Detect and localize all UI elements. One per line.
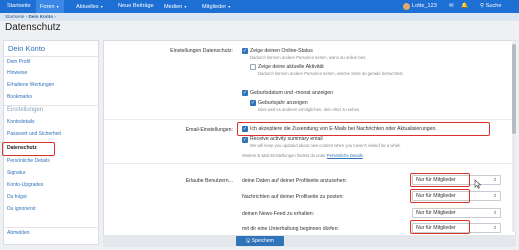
nav-members[interactable]: Mitglieder ▾ bbox=[202, 0, 242, 13]
sidebar-heading: Dein Konto bbox=[8, 44, 46, 53]
user-menu[interactable]: Lotte_123 bbox=[412, 0, 444, 13]
nav-members-label: Mitglieder bbox=[202, 4, 227, 10]
birth-year-checkbox[interactable] bbox=[250, 100, 256, 106]
online-status-label: Zeige deinen Online-Status bbox=[250, 48, 313, 54]
email-consent-label: Ich akzeptiere die Zusendung von E-Mails… bbox=[250, 126, 437, 132]
sidebar-item-profile[interactable]: Dein Profil bbox=[7, 58, 30, 67]
breadcrumb-current[interactable]: Dein Konto bbox=[29, 14, 54, 19]
birthday-checkbox[interactable] bbox=[242, 90, 248, 96]
activity-summary-label: Receive activity summary email bbox=[250, 136, 323, 142]
nav-new-posts-label: Neue Beiträge bbox=[118, 3, 154, 9]
chevron-updown-icon: ⇕ bbox=[493, 225, 497, 230]
allow-news-feed-select[interactable]: Nur für Mitglieder ⇕ bbox=[412, 208, 501, 218]
activity-summary-hint: We will keep you updated about new conte… bbox=[250, 143, 402, 148]
activity-summary-checkbox[interactable] bbox=[242, 137, 248, 143]
chevron-down-icon: ▾ bbox=[228, 4, 231, 9]
search-label: Suche bbox=[485, 3, 502, 9]
privacy-settings-label: Einstellungen Datenschutz: bbox=[170, 48, 233, 54]
breadcrumb: Startseite › Dein Konto › bbox=[0, 13, 519, 21]
save-button[interactable]: 🖫 Speichern bbox=[236, 236, 284, 246]
sidebar-section-settings: Einstellungen bbox=[7, 107, 44, 113]
divider bbox=[4, 227, 98, 228]
sidebar-item-ignoring[interactable]: Du ignorierst bbox=[7, 205, 35, 214]
personal-details-link[interactable]: Persönliche Details bbox=[327, 153, 363, 158]
divider bbox=[104, 163, 515, 164]
breadcrumb-separator: › bbox=[25, 14, 28, 19]
highlight-box bbox=[410, 220, 470, 234]
save-icon: 🖫 bbox=[245, 238, 251, 244]
current-activity-hint: Dadurch können andere Personen sehen, we… bbox=[258, 71, 404, 76]
breadcrumb-separator: › bbox=[54, 14, 56, 19]
sidebar-item-password-security[interactable]: Passwort und Sicherheit bbox=[7, 130, 61, 139]
sidebar-item-signature[interactable]: Signatur bbox=[7, 169, 26, 178]
highlight-box bbox=[410, 189, 470, 203]
sidebar-item-upgrades[interactable]: Konto-Upgrades bbox=[7, 181, 43, 190]
highlight-box bbox=[2, 142, 55, 156]
sidebar-item-logout[interactable]: Abmelden bbox=[7, 229, 30, 238]
sidebar-item-account-details[interactable]: Kontodetails bbox=[7, 118, 35, 127]
sidebar-item-reactions[interactable]: Erhaltene Wertungen bbox=[7, 81, 54, 90]
nav-home-label: Startseite bbox=[7, 3, 31, 9]
save-label: Speichern bbox=[251, 238, 275, 244]
nav-media[interactable]: Medien ▾ bbox=[164, 0, 196, 13]
allow-view-profile-label: deine Daten auf deiner Profilseite anzus… bbox=[242, 178, 347, 184]
sidebar-item-personal-details[interactable]: Persönliche Details bbox=[7, 157, 50, 166]
email-consent-checkbox[interactable] bbox=[242, 126, 248, 132]
chevron-updown-icon: ⇕ bbox=[493, 210, 497, 215]
nav-home[interactable]: Startseite bbox=[4, 0, 36, 13]
chevron-down-icon: ▾ bbox=[184, 4, 187, 9]
bell-icon[interactable]: 🔔 bbox=[461, 0, 469, 13]
allow-news-feed-label: deinen News-Feed zu erhalten: bbox=[242, 211, 315, 217]
search-button[interactable]: ⚲ Suche bbox=[480, 0, 516, 13]
chevron-updown-icon: ⇕ bbox=[493, 177, 497, 182]
divider bbox=[104, 119, 515, 120]
nav-forums[interactable]: Foren ▾ bbox=[36, 0, 64, 13]
form-footer bbox=[103, 235, 516, 247]
allow-post-profile-label: Nachrichten auf deiner Profilseite zu po… bbox=[242, 194, 344, 200]
nav-new-posts[interactable]: Neue Beiträge bbox=[118, 0, 158, 13]
nav-whats-new[interactable]: Aktuelles ▾ bbox=[76, 0, 112, 13]
email-more-suffix: . bbox=[362, 153, 364, 158]
sidebar-item-bookmarks[interactable]: Bookmarks bbox=[7, 93, 32, 102]
birthday-label: Geburtsdatum und -monat anzeigen bbox=[250, 90, 334, 96]
highlight-box bbox=[410, 173, 470, 187]
username-label: Lotte_123 bbox=[412, 3, 437, 9]
allow-conversation-label: mit dir eine Unterhaltung beginnen dürfe… bbox=[242, 226, 339, 232]
current-activity-checkbox[interactable] bbox=[250, 64, 256, 70]
email-settings-label: Email-Einstellungen: bbox=[185, 127, 233, 133]
current-activity-label: Zeige deine aktuelle Aktivität bbox=[258, 64, 324, 70]
birth-year-hint: Dies wird es anderen ermöglichen, dein A… bbox=[258, 107, 361, 112]
nav-forums-label: Foren bbox=[40, 4, 55, 10]
birth-year-label: Geburtsjahr anzeigen bbox=[258, 100, 308, 106]
scrollbar-thumb[interactable] bbox=[512, 44, 516, 134]
sidebar-item-following[interactable]: Du folgst bbox=[7, 193, 27, 202]
mouse-cursor-icon bbox=[474, 179, 482, 189]
sidebar-item-alerts[interactable]: Hinweise bbox=[7, 69, 27, 78]
divider bbox=[4, 56, 98, 57]
email-more-text: Weitere E-Mail Einstellungen findest du … bbox=[242, 153, 327, 158]
envelope-icon[interactable]: ✉ bbox=[449, 0, 457, 13]
avatar[interactable] bbox=[403, 3, 410, 10]
chevron-updown-icon: ⇕ bbox=[493, 193, 497, 198]
chevron-down-icon: ▾ bbox=[100, 4, 103, 9]
online-status-hint: Dadurch können andere Personen sehen, wa… bbox=[250, 55, 366, 60]
allow-users-label: Erlaube Benutzern... bbox=[185, 178, 233, 184]
chevron-down-icon: ▾ bbox=[56, 4, 59, 9]
online-status-checkbox[interactable] bbox=[242, 48, 248, 54]
page-title: Datenschutz bbox=[5, 22, 61, 33]
search-icon: ⚲ bbox=[480, 3, 485, 9]
email-more-info: Weitere E-Mail Einstellungen findest du … bbox=[242, 153, 364, 158]
breadcrumb-home[interactable]: Startseite bbox=[5, 14, 24, 19]
select-value: Nur für Mitglieder bbox=[416, 210, 456, 216]
nav-media-label: Medien bbox=[164, 4, 183, 10]
nav-whats-new-label: Aktuelles bbox=[76, 4, 99, 10]
